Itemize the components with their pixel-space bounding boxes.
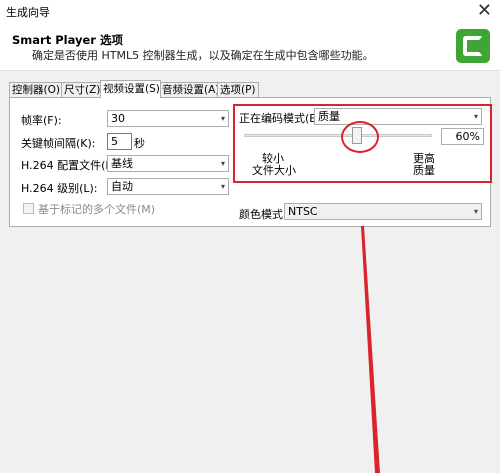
annotation-arrow-shaft xyxy=(361,226,380,473)
annotation-arrow xyxy=(361,226,380,473)
tab-video-settings[interactable]: 视频设置(S) xyxy=(100,80,161,98)
